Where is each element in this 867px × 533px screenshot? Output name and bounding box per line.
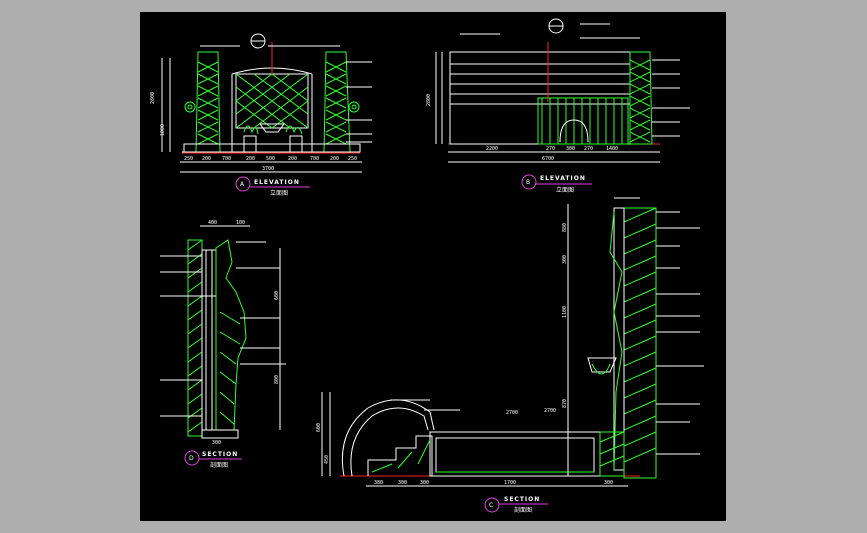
svg-text:270: 270 [546, 146, 555, 152]
svg-text:880: 880 [562, 223, 568, 232]
svg-text:250: 250 [348, 156, 357, 162]
view-b-title: ELEVATION [540, 175, 586, 182]
svg-text:200: 200 [202, 156, 211, 162]
svg-text:100: 100 [236, 220, 245, 226]
svg-text:300: 300 [398, 480, 407, 486]
svg-text:1100: 1100 [562, 306, 568, 318]
dim-c-mid: 2700 [506, 410, 518, 416]
svg-text:270: 270 [584, 146, 593, 152]
svg-text:800: 800 [274, 375, 280, 384]
dim-c-bottom: 1700 [504, 480, 516, 486]
view-a-title: ELEVATION [254, 179, 300, 186]
view-a-letter: A [240, 181, 245, 188]
section-d: 400 100 600 800 300 D SECTION 剖面图 [160, 220, 286, 469]
svg-text:200: 200 [330, 156, 339, 162]
svg-text:300: 300 [566, 146, 575, 152]
view-d-subtitle: 剖面图 [210, 461, 228, 469]
svg-text:700: 700 [222, 156, 231, 162]
svg-text:2800: 2800 [426, 94, 432, 106]
svg-text:400: 400 [208, 220, 217, 226]
svg-text:200: 200 [288, 156, 297, 162]
elevation-a: 2800 1000 250 200 700 200 500 200 700 200 25… [150, 33, 372, 197]
svg-text:300: 300 [604, 480, 613, 486]
dim-b-left: 2200 [486, 146, 498, 152]
view-c-letter: C [489, 502, 493, 509]
view-c-subtitle: 剖面图 [514, 506, 532, 514]
elevation-b: 2800 2200 270 300 270 1400 6700 B ELEVATIO… [426, 18, 690, 194]
svg-text:300: 300 [420, 480, 429, 486]
view-c-title: SECTION [504, 496, 540, 503]
svg-text:600: 600 [316, 423, 322, 432]
cad-drawing-canvas: 2800 1000 250 200 700 200 500 200 700 200 25… [140, 12, 726, 521]
svg-text:300: 300 [562, 255, 568, 264]
svg-text:600: 600 [274, 291, 280, 300]
svg-text:250: 250 [184, 156, 193, 162]
svg-text:450: 450 [324, 455, 330, 464]
view-b-letter: B [526, 179, 530, 186]
view-a-subtitle: 立面图 [270, 189, 288, 197]
svg-text:500: 500 [266, 156, 275, 162]
svg-text:2700: 2700 [544, 408, 556, 414]
section-c: 880 300 1100 870 600 450 380 300 300 1700… [316, 197, 704, 514]
cad-drawing: 2800 1000 250 200 700 200 500 200 700 200 25… [150, 18, 704, 514]
svg-text:1000: 1000 [160, 124, 166, 136]
svg-text:700: 700 [310, 156, 319, 162]
svg-text:1400: 1400 [606, 146, 618, 152]
svg-text:300: 300 [212, 440, 221, 446]
svg-text:870: 870 [562, 399, 568, 408]
svg-text:380: 380 [374, 480, 383, 486]
view-d-title: SECTION [202, 451, 238, 458]
dim-b-total: 6700 [542, 156, 554, 162]
svg-text:200: 200 [246, 156, 255, 162]
dim-a-total: 3700 [262, 166, 274, 172]
view-b-subtitle: 立面图 [556, 186, 574, 194]
svg-text:2800: 2800 [150, 92, 156, 104]
view-d-letter: D [189, 455, 194, 462]
